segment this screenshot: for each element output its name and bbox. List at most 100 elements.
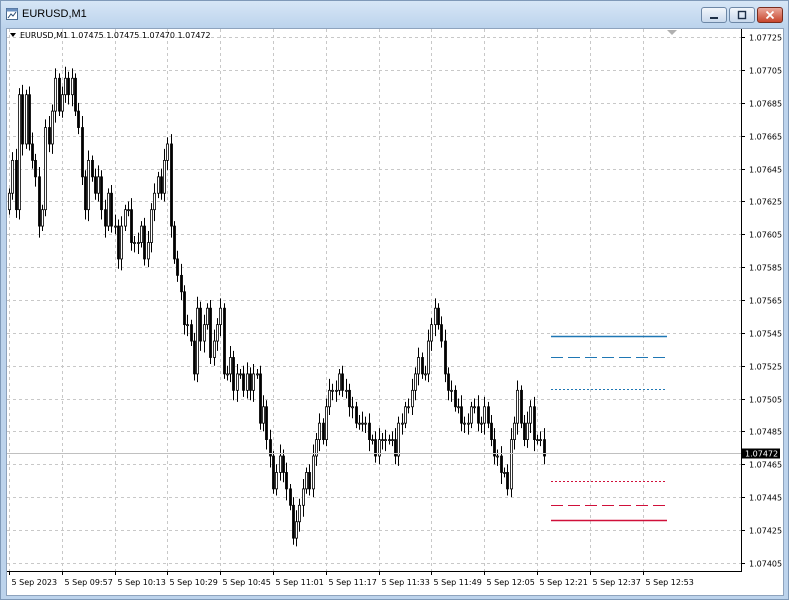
candle <box>67 71 70 105</box>
candle-body-up <box>71 77 74 96</box>
candle <box>411 378 414 415</box>
candle-body-up <box>153 192 156 211</box>
candle-body-up <box>186 324 189 327</box>
candle-body-up <box>358 422 361 425</box>
price-tick-label: 1.07585 <box>749 264 782 273</box>
price-levels[interactable] <box>551 335 667 522</box>
candle-body-up <box>381 439 384 442</box>
candle <box>440 316 443 348</box>
candle-body-up <box>206 307 209 326</box>
close-button[interactable] <box>757 7 783 23</box>
candle <box>328 378 331 415</box>
candle <box>322 418 325 445</box>
candle-body-up <box>457 406 460 409</box>
candle <box>157 171 160 199</box>
candle-body-down <box>180 274 183 293</box>
candle <box>190 319 193 346</box>
candle-body-up <box>166 143 169 161</box>
candle <box>127 201 130 217</box>
candle-body-up <box>61 94 64 112</box>
candle <box>246 362 249 399</box>
candle <box>77 102 80 135</box>
candle <box>252 364 255 402</box>
candle-body-up <box>51 110 54 145</box>
restore-button[interactable] <box>729 7 755 23</box>
candle <box>351 396 354 419</box>
candle <box>130 198 133 251</box>
candle <box>298 498 301 532</box>
candle <box>510 428 513 498</box>
candle-body-down <box>104 209 107 227</box>
candle <box>305 467 308 494</box>
candle <box>31 132 34 169</box>
chart-area[interactable]: 1.07725 1.07705 1.07685 1.07665 1.07645 1.076… <box>6 28 784 596</box>
price-tick-label: 1.07425 <box>749 527 782 536</box>
candle <box>345 378 348 399</box>
candle <box>196 296 199 383</box>
candle-body-up <box>147 242 150 260</box>
candle-body-up <box>526 422 529 441</box>
chart-shift-marker-icon[interactable] <box>667 30 677 35</box>
minimize-button[interactable] <box>701 7 727 23</box>
candle-body-up <box>25 94 28 145</box>
chart-header-arrow-icon[interactable] <box>10 33 16 37</box>
candle-body-down <box>81 127 84 178</box>
candle-body-down <box>444 340 447 375</box>
candle-body-down <box>533 406 536 441</box>
candle <box>477 395 480 432</box>
candle-body-down <box>160 176 163 194</box>
candle <box>516 380 519 435</box>
candle-body-up <box>226 373 229 376</box>
candle-body-down <box>421 357 424 375</box>
candle <box>427 329 430 383</box>
candle <box>74 73 77 117</box>
candle <box>25 89 28 149</box>
candle-body-down <box>487 406 490 424</box>
candle <box>500 446 503 484</box>
candle-body-up <box>483 406 486 424</box>
candle <box>100 170 103 220</box>
candle-body-down <box>523 422 526 441</box>
candle <box>272 451 275 494</box>
candle-body-up <box>41 209 44 227</box>
price-tick-label: 1.07565 <box>749 297 782 306</box>
candle <box>533 396 536 452</box>
candle-body-up <box>407 406 410 409</box>
candle <box>424 365 427 381</box>
candle-body-up <box>312 455 315 490</box>
candle-body-down <box>100 176 103 211</box>
candle <box>282 449 285 483</box>
candle <box>295 510 298 547</box>
candle-body-down <box>74 77 77 112</box>
candle-body-up <box>411 389 414 408</box>
candle-body-up <box>229 357 232 375</box>
window-titlebar[interactable]: EURUSD,M1 <box>1 1 788 28</box>
time-tick-label: 5 Sep 2023 <box>12 578 58 587</box>
candle <box>21 84 24 156</box>
candle <box>170 134 173 238</box>
candle-body-down <box>368 422 371 441</box>
price-tick-label: 1.07645 <box>749 166 782 175</box>
candlesticks <box>8 66 546 547</box>
price-tick-label: 1.07625 <box>749 198 782 207</box>
candle <box>470 401 473 429</box>
candle-body-down <box>183 291 186 326</box>
candle-body-down <box>477 406 480 424</box>
candle <box>38 166 41 238</box>
candle <box>120 216 123 271</box>
candle <box>473 398 476 414</box>
candle <box>203 314 206 353</box>
candle-body-down <box>282 455 285 473</box>
candle-body-up <box>298 504 301 523</box>
candle <box>417 347 420 386</box>
candle <box>480 416 483 434</box>
price-chart[interactable]: 1.07725 1.07705 1.07685 1.07665 1.07645 1.076… <box>7 29 783 595</box>
time-tick-label: 5 Sep 11:33 <box>382 578 430 587</box>
candle-body-up <box>97 176 100 194</box>
candle <box>206 303 209 330</box>
price-tick-label: 1.07485 <box>749 428 782 437</box>
candle-body-down <box>34 159 37 178</box>
candle-body-down <box>223 307 226 375</box>
candle-body-down <box>15 159 18 211</box>
candle-body-up <box>8 192 11 211</box>
